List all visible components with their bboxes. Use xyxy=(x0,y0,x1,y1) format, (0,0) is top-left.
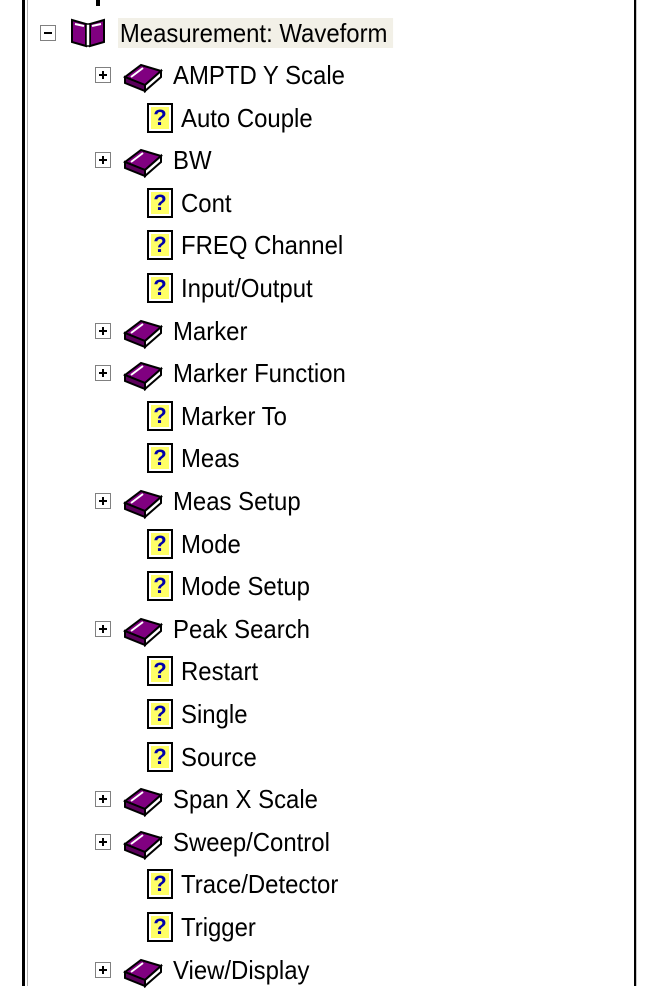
expand-toggle[interactable] xyxy=(95,67,111,83)
expand-toggle[interactable] xyxy=(95,791,111,808)
expand-toggle[interactable] xyxy=(95,365,111,382)
tree-item-label: View/Display xyxy=(173,954,310,985)
expand-toggle[interactable] xyxy=(95,833,111,850)
closed-book-icon xyxy=(121,824,165,860)
tree-item-label: Mode Setup xyxy=(181,571,311,602)
help-topic-icon: ? xyxy=(147,443,173,474)
expand-toggle[interactable] xyxy=(95,961,111,978)
tree-item-label: Auto Couple xyxy=(181,102,313,133)
question-mark-glyph: ? xyxy=(153,871,167,897)
question-mark-glyph: ? xyxy=(153,658,167,684)
question-mark-glyph: ? xyxy=(153,275,167,300)
help-topic-icon: ? xyxy=(147,699,173,729)
closed-book-icon xyxy=(121,57,165,93)
help-topic-icon: ? xyxy=(147,656,173,687)
question-mark-glyph: ? xyxy=(153,914,167,939)
tree-item[interactable]: Sweep/Control xyxy=(95,821,344,863)
tree-item-label: Meas Setup xyxy=(173,486,301,516)
help-topic-icon: ? xyxy=(147,187,173,218)
tree-item[interactable]: ? Marker To xyxy=(147,395,296,437)
expand-toggle[interactable] xyxy=(95,152,111,169)
collapse-toggle[interactable] xyxy=(40,25,56,41)
tree-item[interactable]: ? Mode xyxy=(147,523,246,565)
tree-item-label: Marker xyxy=(173,315,248,346)
tree-item-label: Marker Function xyxy=(173,358,346,389)
expand-toggle[interactable] xyxy=(95,322,111,339)
tree-item-label: Meas xyxy=(181,443,240,474)
closed-book-icon xyxy=(121,313,165,349)
tree-item[interactable]: AMPTD Y Scale xyxy=(95,54,360,96)
tree-item-label: Span X Scale xyxy=(173,784,318,815)
closed-book-icon xyxy=(121,611,165,647)
closed-book-icon xyxy=(121,483,165,519)
tree-item[interactable]: Meas Setup xyxy=(95,480,312,522)
help-topic-icon: ? xyxy=(147,230,173,261)
closed-book-icon xyxy=(121,355,165,392)
tree-item-label: FREQ Channel xyxy=(181,230,344,261)
closed-book-icon xyxy=(121,781,165,818)
question-mark-glyph: ? xyxy=(153,573,167,599)
tree-item-label: Mode xyxy=(181,528,241,559)
tree-item[interactable]: Peak Search xyxy=(95,608,322,650)
tree-item[interactable]: ? Meas xyxy=(147,437,245,479)
question-mark-glyph: ? xyxy=(153,701,167,726)
help-topic-icon: ? xyxy=(147,102,173,133)
tree-root[interactable]: Measurement: Waveform xyxy=(40,12,417,54)
question-mark-glyph: ? xyxy=(153,743,167,769)
right-border-inner xyxy=(636,0,637,986)
closed-book-icon xyxy=(121,142,165,179)
tree-item-label: BW xyxy=(173,145,212,176)
tree-item[interactable]: Marker xyxy=(95,310,254,352)
tree-item[interactable]: ? Single xyxy=(147,693,253,735)
tree-item[interactable]: ? FREQ Channel xyxy=(147,224,357,266)
help-topic-icon: ? xyxy=(147,912,173,942)
tree-item-label: Peak Search xyxy=(173,613,310,644)
tree-item-label: Source xyxy=(181,741,257,772)
tree-item[interactable]: Span X Scale xyxy=(95,778,331,820)
tree-item[interactable]: ? Mode Setup xyxy=(147,565,321,607)
question-mark-glyph: ? xyxy=(153,445,167,471)
question-mark-glyph: ? xyxy=(153,189,167,215)
tree-item[interactable]: ? Cont xyxy=(147,182,236,224)
tree-item[interactable]: ? Restart xyxy=(147,650,265,692)
question-mark-glyph: ? xyxy=(153,402,167,428)
tree-item[interactable]: ? Source xyxy=(147,736,263,778)
question-mark-glyph: ? xyxy=(153,232,167,258)
expand-toggle[interactable] xyxy=(95,620,111,637)
question-mark-glyph: ? xyxy=(153,530,167,556)
tree-item-label: Restart xyxy=(181,656,259,687)
tree-item[interactable]: ? Trigger xyxy=(147,906,262,948)
tree-item-label: Input/Output xyxy=(181,273,313,303)
tree-item-label: AMPTD Y Scale xyxy=(173,60,345,90)
help-topic-icon: ? xyxy=(147,869,173,900)
tree-item-label: Marker To xyxy=(181,400,287,431)
root-label: Measurement: Waveform xyxy=(118,18,393,48)
tree-item[interactable]: Marker Function xyxy=(95,352,361,394)
question-mark-glyph: ? xyxy=(153,104,167,130)
help-topic-icon: ? xyxy=(147,528,173,559)
help-topic-icon: ? xyxy=(147,273,173,303)
expand-toggle[interactable] xyxy=(95,493,111,509)
help-topic-icon: ? xyxy=(147,571,173,602)
tree-item-label: Trace/Detector xyxy=(181,869,339,900)
tree-item[interactable]: ? Trace/Detector xyxy=(147,863,352,905)
open-book-icon xyxy=(66,15,110,51)
tree-item-label: Single xyxy=(181,699,248,729)
help-topic-icon: ? xyxy=(147,741,173,772)
tree-item-label: Trigger xyxy=(181,912,256,942)
tree-item[interactable]: View/Display xyxy=(95,949,321,991)
help-topic-icon: ? xyxy=(147,400,173,431)
tree-item-label: Cont xyxy=(181,187,232,218)
help-topics-tree: Measurement: Waveform AMPTD Y Scale? Auto… xyxy=(0,0,634,988)
tree-item[interactable]: ? Auto Couple xyxy=(147,97,324,139)
tree-item[interactable]: ? Input/Output xyxy=(147,267,324,309)
closed-book-icon xyxy=(121,952,165,988)
tree-item[interactable]: BW xyxy=(95,139,215,181)
tree-item-label: Sweep/Control xyxy=(173,826,330,857)
